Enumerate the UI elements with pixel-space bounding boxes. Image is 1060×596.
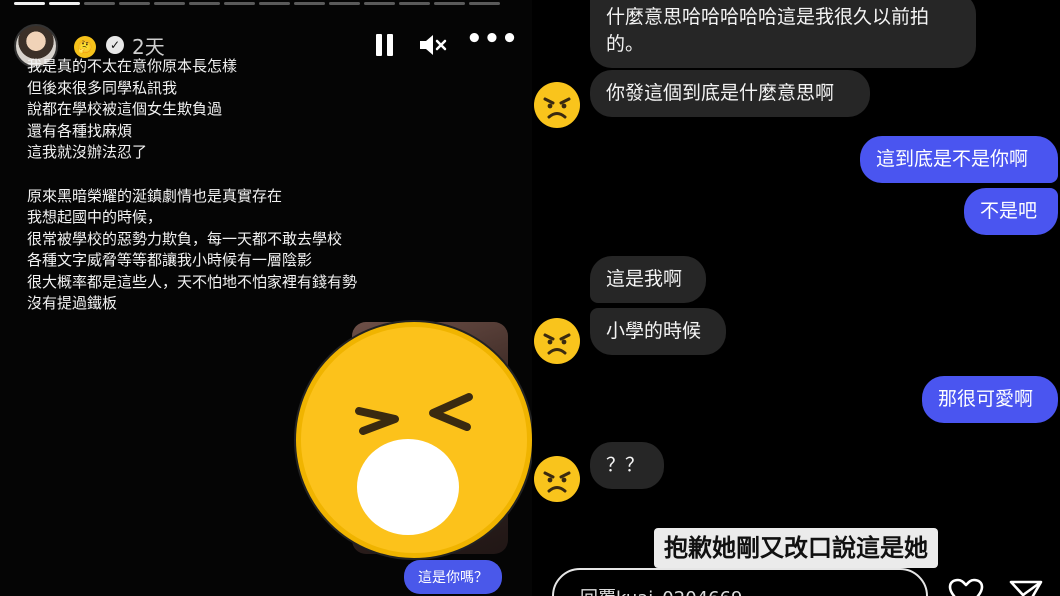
progress-segment — [434, 2, 465, 5]
mute-icon[interactable] — [418, 32, 448, 58]
more-icon[interactable]: ••• — [466, 26, 518, 56]
thinking-face-icon: 🤔 — [74, 36, 96, 58]
progress-segment — [119, 2, 150, 5]
incoming-message: 小學的時候 — [590, 308, 726, 355]
story-line: 還有各種找麻煩 — [27, 121, 133, 140]
message-input[interactable]: 回覆kuai_0204669 — [552, 568, 928, 596]
story-line: 很常被學校的惡勢力欺負，每一天都不敢去學校 — [27, 229, 343, 248]
outgoing-message: 這到底是不是你啊 — [860, 136, 1058, 183]
overlay-caption: 抱歉她剛又改口說這是她 — [654, 528, 938, 568]
angry-face-icon — [534, 456, 580, 502]
story-line: 我是真的不太在意你原本長怎樣 — [27, 57, 238, 75]
progress-segment — [154, 2, 185, 5]
progress-segment — [224, 2, 255, 5]
story-line — [27, 164, 447, 186]
story-caption: 我是真的不太在意你原本長怎樣 但後來很多同學私訊我 說都在學校被這個女生欺負過 … — [27, 56, 447, 315]
story-line: 說都在學校被這個女生欺負過 — [27, 100, 223, 118]
incoming-message: 你發這個到底是什麼意思啊 — [590, 70, 870, 117]
heart-icon[interactable] — [948, 578, 984, 596]
emoji-mouth — [357, 439, 459, 535]
story-line: 各種文字威脅等等都讓我小時候有一層陰影 — [27, 251, 313, 269]
progress-segment — [329, 2, 360, 5]
outgoing-message: 不是吧 — [964, 188, 1058, 235]
squinting-face-icon — [296, 322, 532, 558]
pause-icon[interactable] — [376, 34, 394, 56]
story-line: 原來黑暗榮耀的涎鎮劇情也是真實存在 — [27, 186, 283, 205]
angry-face-icon — [534, 318, 580, 364]
angry-face-icon — [534, 82, 580, 128]
story-line: 但後來很多同學私訊我 — [27, 78, 178, 97]
story-line: 這我就沒辦法忍了 — [27, 143, 148, 161]
progress-segment — [14, 2, 45, 5]
story-line: 我想起國中的時候， — [27, 208, 163, 226]
chat-panel: 什麼意思哈哈哈哈哈這是我很久以前拍的。 你發這個到底是什麼意思啊 這到底是不是你… — [532, 0, 1060, 596]
progress-segment — [49, 2, 80, 5]
incoming-message: 這是我啊 — [590, 256, 706, 303]
story-line: 沒有提過鐵板 — [27, 294, 118, 312]
progress-segment — [469, 2, 500, 5]
outgoing-message: 那很可愛啊 — [922, 376, 1058, 423]
story-reply-bubble: 這是你嗎？ — [404, 560, 502, 594]
progress-segment — [399, 2, 430, 5]
progress-segment — [84, 2, 115, 5]
verified-icon: ✓ — [106, 36, 124, 54]
story-progress-bar — [14, 2, 500, 5]
send-icon[interactable] — [1008, 578, 1044, 596]
incoming-message: ？？ — [590, 442, 664, 489]
story-line: 很大概率都是這些人，天不怕地不怕家裡有錢有勢 — [27, 272, 358, 291]
progress-segment — [189, 2, 220, 5]
progress-segment — [364, 2, 395, 5]
progress-segment — [259, 2, 290, 5]
progress-segment — [294, 2, 325, 5]
story-panel: 🤔 ✓ 2天 ••• 我是真的不太在意你原本長怎樣 但後來很多同學私訊我 說都在… — [0, 0, 532, 596]
incoming-message: 什麼意思哈哈哈哈哈這是我很久以前拍的。 — [590, 0, 976, 68]
